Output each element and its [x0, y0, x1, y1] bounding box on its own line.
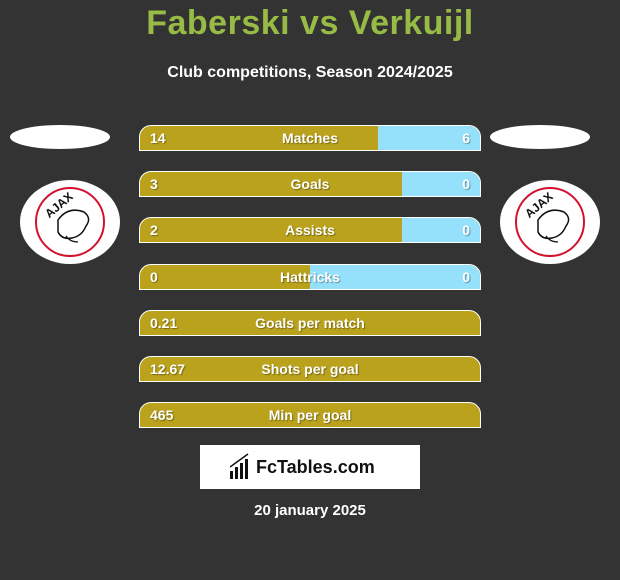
svg-text:AJAX: AJAX: [42, 189, 76, 220]
stat-row-goals: Goals 3 0: [139, 171, 481, 198]
bar-chart-icon: [230, 453, 249, 479]
stat-label: Shots per goal: [261, 361, 359, 377]
ajax-logo-icon: AJAX: [35, 187, 105, 257]
left-player-badge: [10, 125, 110, 149]
ajax-logo-icon: AJAX: [515, 187, 585, 257]
left-club-logo[interactable]: AJAX: [20, 180, 120, 264]
left-value: 2: [150, 222, 158, 239]
stat-label: Goals per match: [255, 314, 365, 331]
right-value: 0: [462, 222, 470, 239]
stat-label: Matches: [281, 130, 339, 146]
stat-label: Hattricks: [280, 268, 340, 285]
stat-row-hattricks: Hattricks 0 0: [139, 263, 481, 290]
left-value: 3: [150, 176, 158, 193]
stat-label: Goals: [290, 176, 330, 193]
right-club-logo[interactable]: AJAX: [500, 180, 600, 264]
left-value: 0: [150, 268, 158, 285]
right-value: 6: [462, 130, 470, 146]
page-title: Faberski vs Verkuijl: [146, 4, 474, 42]
stat-row-shots-per-goal: Shots per goal 12.67: [139, 356, 481, 382]
brand-name: FcTables.com: [256, 457, 375, 477]
right-value: 0: [462, 176, 470, 193]
left-value: 465: [150, 407, 174, 424]
stat-row-min-per-goal: Min per goal 465: [139, 402, 481, 429]
right-value: 0: [462, 268, 470, 285]
left-value: 12.67: [150, 361, 186, 377]
stat-row-goals-per-match: Goals per match 0.21: [139, 309, 481, 336]
left-value: 0.21: [150, 314, 178, 331]
stat-row-matches: Matches 14 6: [139, 125, 481, 151]
stat-label: Assists: [285, 222, 335, 239]
page-subtitle: Club competitions, Season 2024/2025: [167, 64, 453, 81]
stat-row-assists: Assists 2 0: [139, 217, 481, 244]
svg-text:AJAX: AJAX: [522, 189, 556, 220]
date-label: 20 january 2025: [254, 502, 366, 519]
fctables-brand[interactable]: FcTables.com: [200, 445, 420, 489]
stat-label: Min per goal: [268, 407, 352, 424]
left-value: 14: [150, 130, 166, 146]
right-player-badge: [490, 125, 590, 149]
